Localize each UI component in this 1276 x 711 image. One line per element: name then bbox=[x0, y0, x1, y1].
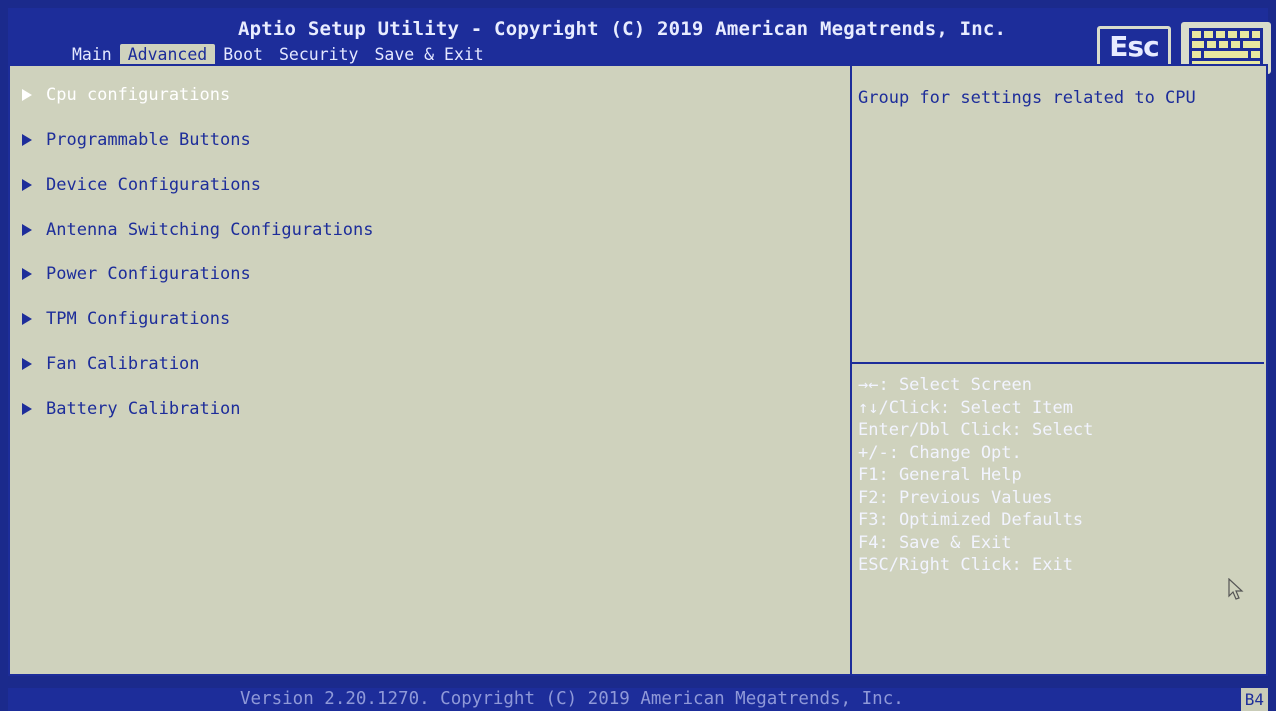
help-pane: Group for settings related to CPU →←: Se… bbox=[852, 66, 1266, 674]
submenu-arrow-icon bbox=[22, 313, 32, 325]
window-title: Aptio Setup Utility - Copyright (C) 2019… bbox=[238, 18, 1007, 40]
menu-item-battery-calibration[interactable]: Battery Calibration bbox=[22, 396, 240, 422]
key-help-item: F2: Previous Values bbox=[858, 487, 1053, 508]
footer-bar: Version 2.20.1270. Copyright (C) 2019 Am… bbox=[8, 688, 1268, 711]
menu-item-label: Antenna Switching Configurations bbox=[46, 220, 374, 240]
menu-item-label: Battery Calibration bbox=[46, 399, 241, 419]
version-text: Version 2.20.1270. Copyright (C) 2019 Am… bbox=[240, 689, 904, 709]
menu-item-label: Fan Calibration bbox=[46, 354, 200, 374]
key-help-item: ↑↓/Click: Select Item bbox=[858, 397, 1073, 418]
key-help-item: F3: Optimized Defaults bbox=[858, 510, 1084, 530]
menu-pane: Cpu configurations Programmable Buttons … bbox=[10, 66, 850, 674]
submenu-arrow-icon bbox=[22, 358, 32, 370]
post-code-badge: B4 bbox=[1240, 688, 1268, 711]
mouse-cursor-icon bbox=[1228, 578, 1244, 600]
menu-item-power-configurations[interactable]: Power Configurations bbox=[22, 261, 251, 287]
menu-item-device-configurations[interactable]: Device Configurations bbox=[22, 172, 261, 198]
submenu-arrow-icon bbox=[22, 89, 32, 101]
header-bar: Aptio Setup Utility - Copyright (C) 2019… bbox=[8, 8, 1271, 74]
menu-item-label: Programmable Buttons bbox=[46, 130, 251, 150]
menu-item-label: TPM Configurations bbox=[46, 309, 231, 329]
key-help-item: F4: Save & Exit bbox=[858, 532, 1012, 553]
tab-boot[interactable]: Boot bbox=[215, 44, 271, 66]
key-help-item: +/-: Change Opt. bbox=[858, 442, 1022, 463]
tab-security[interactable]: Security bbox=[271, 44, 366, 66]
key-help-list: →←: Select Screen ↑↓/Click: Select Item … bbox=[858, 374, 1258, 577]
key-help-item: F1: General Help bbox=[858, 465, 1022, 485]
menu-item-antenna-switching-configurations[interactable]: Antenna Switching Configurations bbox=[22, 217, 374, 243]
keyboard-icon bbox=[1189, 28, 1263, 68]
key-help-item: Enter/Dbl Click: Select bbox=[858, 420, 1094, 440]
tab-bar: Main Advanced Boot Security Save & Exit bbox=[64, 42, 492, 66]
bios-screen: Aptio Setup Utility - Copyright (C) 2019… bbox=[0, 0, 1276, 711]
help-description: Group for settings related to CPU bbox=[858, 88, 1196, 108]
tab-save-exit[interactable]: Save & Exit bbox=[366, 44, 491, 66]
tab-advanced[interactable]: Advanced bbox=[119, 44, 216, 66]
menu-item-label: Cpu configurations bbox=[46, 85, 231, 105]
submenu-arrow-icon bbox=[22, 224, 32, 236]
submenu-arrow-icon bbox=[22, 179, 32, 191]
submenu-arrow-icon bbox=[22, 403, 32, 415]
help-divider bbox=[852, 362, 1264, 364]
menu-item-cpu-configurations[interactable]: Cpu configurations bbox=[22, 82, 230, 108]
tab-main[interactable]: Main bbox=[64, 44, 120, 66]
key-help-item: →←: Select Screen bbox=[858, 375, 1032, 395]
menu-item-programmable-buttons[interactable]: Programmable Buttons bbox=[22, 127, 251, 153]
main-panel: Cpu configurations Programmable Buttons … bbox=[8, 64, 1268, 676]
submenu-arrow-icon bbox=[22, 268, 32, 280]
menu-item-tpm-configurations[interactable]: TPM Configurations bbox=[22, 306, 230, 332]
menu-item-label: Device Configurations bbox=[46, 175, 261, 195]
key-help-item: ESC/Right Click: Exit bbox=[858, 555, 1073, 575]
menu-item-label: Power Configurations bbox=[46, 264, 251, 284]
menu-item-fan-calibration[interactable]: Fan Calibration bbox=[22, 351, 200, 377]
submenu-arrow-icon bbox=[22, 134, 32, 146]
